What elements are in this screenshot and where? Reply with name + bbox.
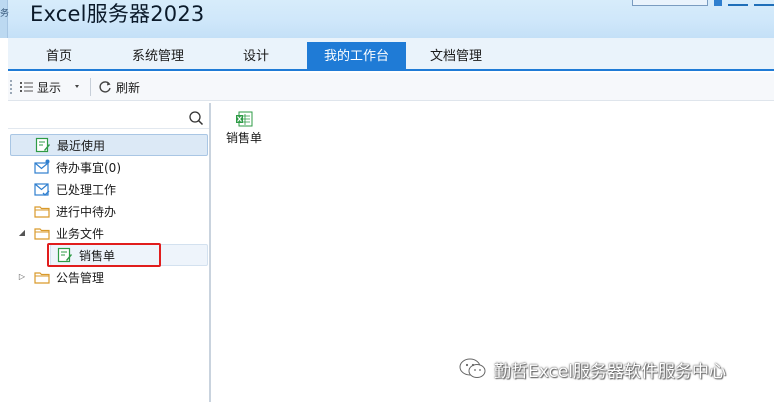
tree-item-label: 公告管理 — [56, 270, 105, 285]
toolbar-grip[interactable] — [10, 80, 12, 94]
search-input[interactable] — [10, 108, 186, 128]
app-header: 务 Excel服务器2023 — [0, 0, 774, 38]
content-item-sales-order[interactable]: 销售单 — [223, 111, 265, 146]
search-icon[interactable] — [188, 110, 204, 126]
mail-notify-icon — [34, 159, 50, 174]
caret-down-icon — [75, 85, 80, 88]
tab-my-workbench[interactable]: 我的工作台 — [307, 42, 406, 71]
folder-icon — [34, 228, 50, 240]
list-icon — [20, 82, 33, 92]
header-menu-icon[interactable] — [728, 0, 748, 6]
header-search-box[interactable] — [632, 0, 708, 6]
excel-form-icon — [236, 111, 253, 127]
folder-icon — [34, 206, 50, 218]
header-help-icon[interactable] — [754, 0, 774, 6]
tree-item-todo[interactable]: 待办事宜(0) — [10, 156, 208, 178]
refresh-button[interactable]: 刷新 — [98, 78, 140, 96]
annotation-highlight-box — [47, 243, 161, 267]
app-title: Excel服务器2023 — [30, 2, 205, 26]
refresh-icon — [99, 81, 111, 93]
tree-item-processed[interactable]: 已处理工作 — [10, 178, 208, 200]
tree-item-label: 进行中待办 — [56, 204, 117, 219]
refresh-label: 刷新 — [116, 80, 141, 95]
tab-home[interactable]: 首页 — [28, 42, 90, 71]
tree-item-announcements[interactable]: 公告管理 — [10, 266, 208, 288]
main-tabbar: 首页 系统管理 设计 我的工作台 文档管理 — [8, 38, 774, 71]
watermark-text: 勤哲Excel服务器软件服务中心 — [494, 361, 727, 382]
tab-design[interactable]: 设计 — [224, 42, 288, 71]
watermark: 勤哲Excel服务器软件服务中心 — [458, 356, 726, 382]
display-dropdown-button[interactable]: 显示 — [20, 78, 83, 96]
tab-system-management[interactable]: 系统管理 — [116, 42, 200, 71]
tree-item-label: 业务文件 — [56, 226, 105, 241]
content-item-label: 销售单 — [225, 131, 262, 145]
toolbar: 显示 刷新 — [8, 73, 774, 101]
toolbar-separator — [90, 78, 91, 96]
header-controls — [632, 0, 774, 8]
tree-item-label: 待办事宜(0) — [56, 160, 121, 175]
tab-document-management[interactable]: 文档管理 — [418, 42, 494, 71]
edit-form-icon — [35, 137, 50, 153]
wechat-icon — [459, 358, 486, 378]
search-row — [8, 107, 209, 129]
header-left-glyph: 务 — [0, 9, 10, 19]
tree-item-recent[interactable]: 最近使用 — [10, 134, 208, 156]
tree-item-label: 已处理工作 — [56, 182, 117, 197]
folder-icon — [34, 272, 50, 284]
tree-item-label: 最近使用 — [57, 138, 106, 153]
tree-item-business-files[interactable]: 业务文件 — [10, 222, 208, 244]
display-label: 显示 — [37, 80, 62, 95]
left-navigation-panel: 最近使用 待办事宜(0) 已处理工作 进行中待办 ◢ 业务文件 销售单 ▷ 公告… — [8, 103, 211, 402]
tree-item-in-progress[interactable]: 进行中待办 — [10, 200, 208, 222]
header-left-strip: 务 — [0, 0, 10, 38]
mail-check-icon — [34, 183, 50, 196]
user-icon[interactable] — [714, 0, 722, 6]
